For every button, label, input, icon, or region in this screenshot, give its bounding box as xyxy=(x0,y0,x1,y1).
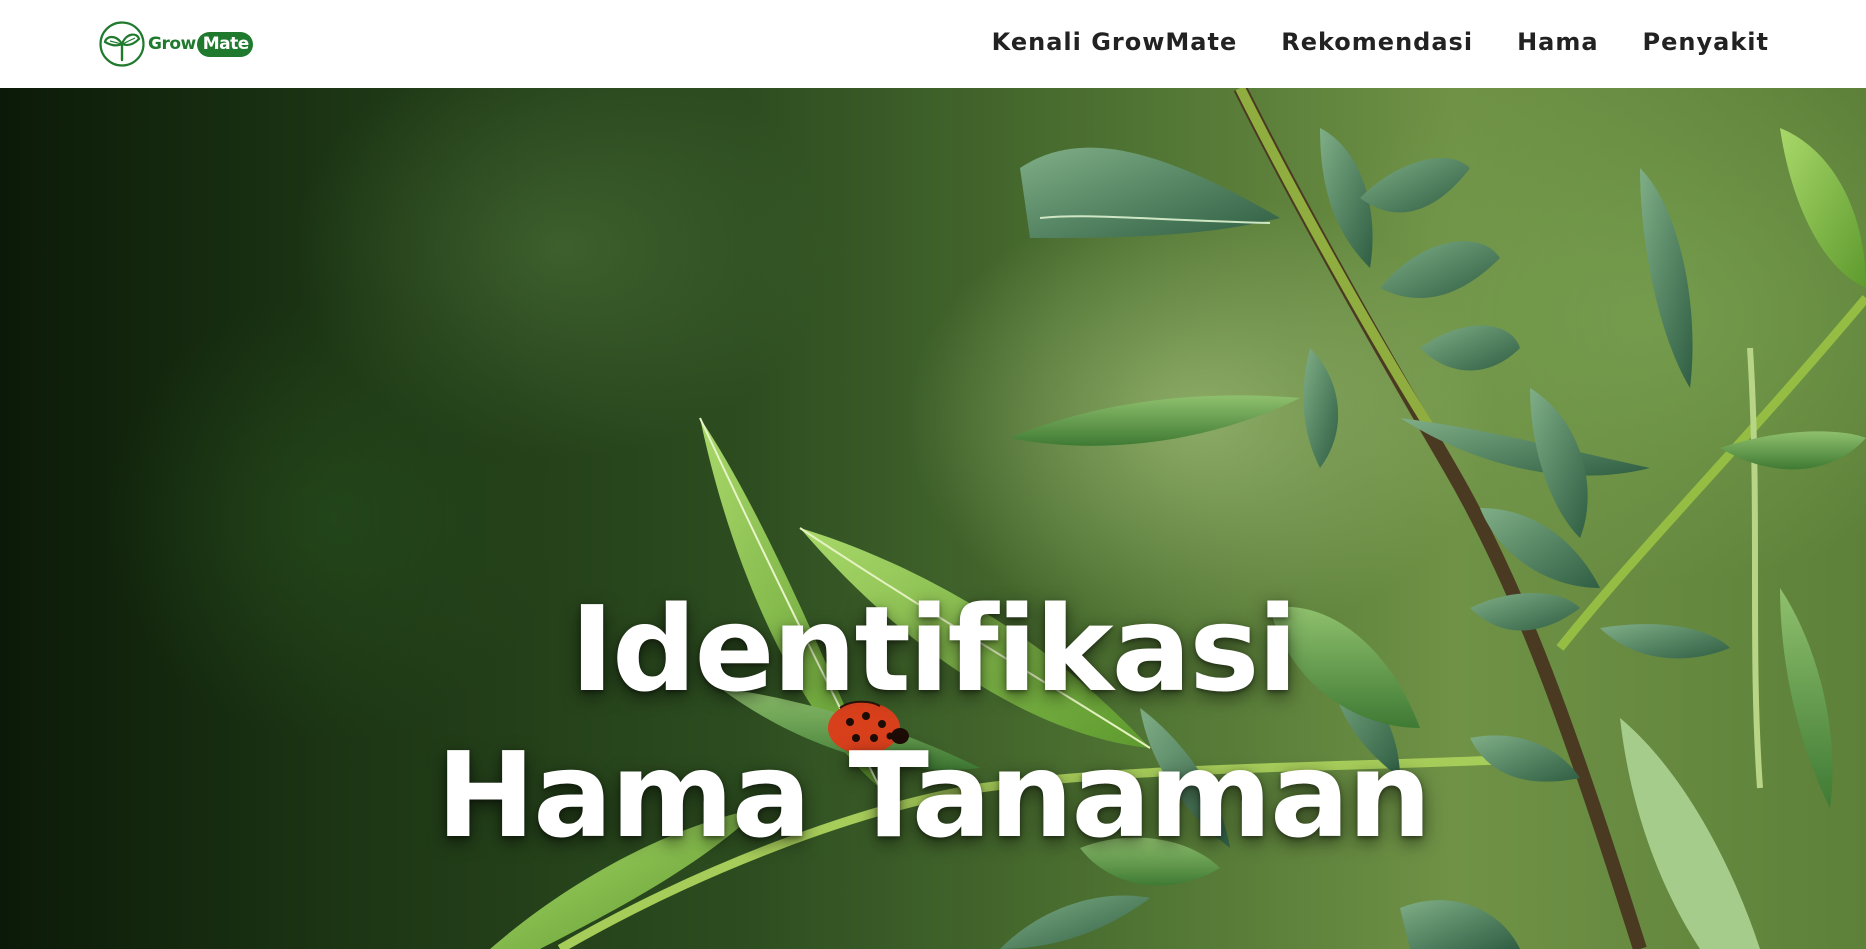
sprout-icon xyxy=(99,21,145,67)
nav-link-hama[interactable]: Hama xyxy=(1517,28,1598,56)
nav-link-penyakit[interactable]: Penyakit xyxy=(1643,28,1769,56)
main-nav: Kenali GrowMate Rekomendasi Hama Penyaki… xyxy=(992,28,1769,56)
logo-wordmark: Grow Mate xyxy=(148,31,253,57)
top-navbar: Grow Mate Kenali GrowMate Rekomendasi Ha… xyxy=(0,0,1866,88)
hero-title-line1: Identifikasi xyxy=(570,580,1298,718)
nav-link-kenali-growmate[interactable]: Kenali GrowMate xyxy=(992,28,1238,56)
growmate-logo[interactable]: Grow Mate xyxy=(98,20,253,68)
nav-link-rekomendasi[interactable]: Rekomendasi xyxy=(1281,28,1473,56)
hero-title: Identifikasi Hama Tanaman xyxy=(0,576,1866,868)
hero-title-line2: Hama Tanaman xyxy=(436,726,1431,864)
hero-section: Identifikasi Hama Tanaman xyxy=(0,88,1866,949)
logo-text-mate: Mate xyxy=(196,31,253,57)
logo-text-grow: Grow xyxy=(148,34,196,54)
